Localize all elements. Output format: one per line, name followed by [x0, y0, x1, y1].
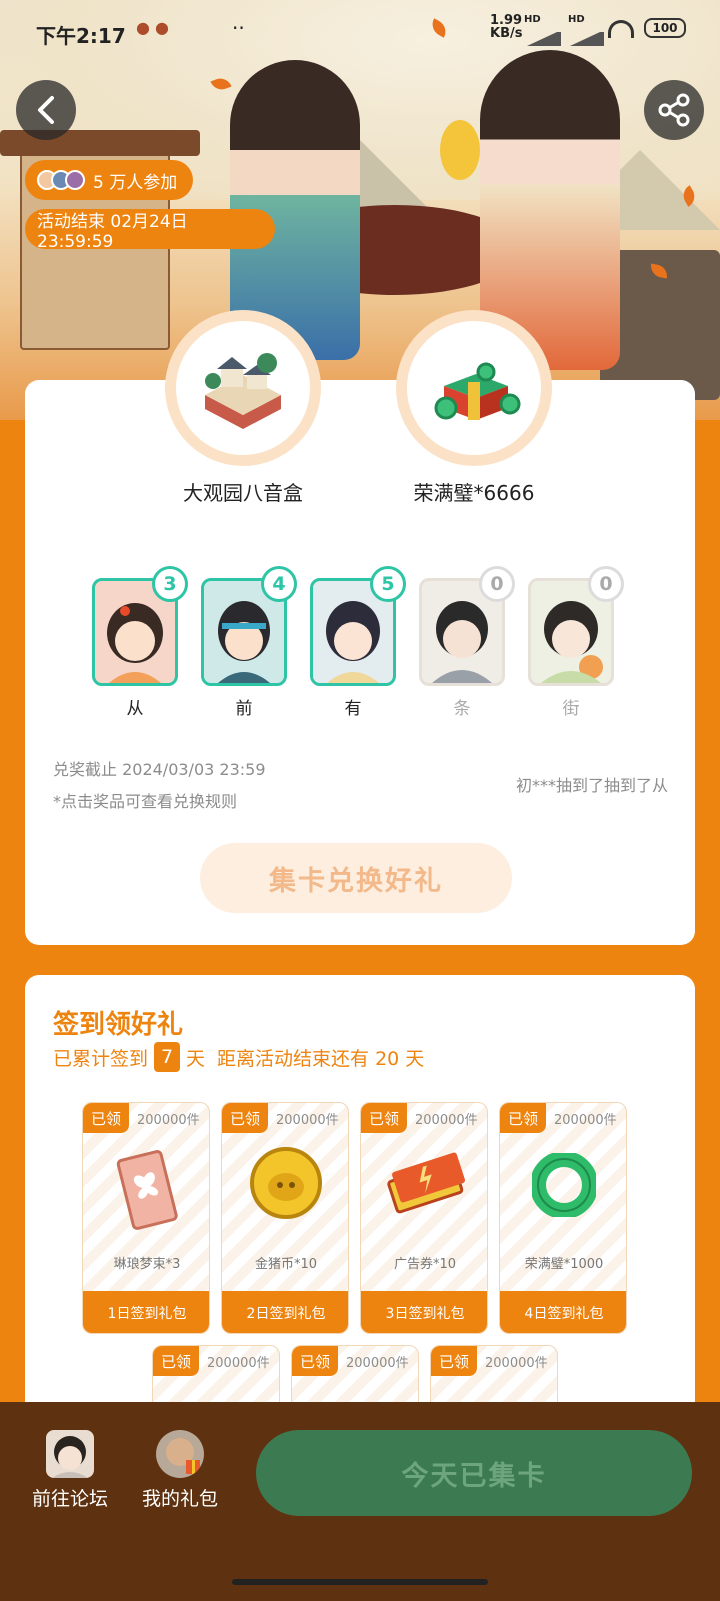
gift-name: 荣满璧*1000: [524, 1257, 604, 1272]
card-label: 前: [235, 699, 253, 719]
prize-name: 大观园八音盒: [183, 481, 303, 505]
signal-icon: [570, 28, 604, 46]
gift-name: 琳琅梦束*3: [113, 1257, 181, 1272]
gift-name: 广告券*10: [393, 1257, 457, 1272]
prize-jade-gift[interactable]: [396, 310, 552, 466]
gift-stock: 200000件: [485, 1356, 548, 1371]
user-avatar: [156, 1430, 204, 1478]
gift-box-jade-icon: [434, 362, 521, 420]
claimed-badge: 已领: [500, 1103, 546, 1133]
signin-days: 7: [154, 1042, 181, 1072]
gift-stock: 200000件: [276, 1113, 339, 1128]
back-button[interactable]: [16, 80, 76, 140]
my-gifts-button[interactable]: 我的礼包: [125, 1430, 235, 1511]
forum-button[interactable]: 前往论坛: [15, 1430, 125, 1511]
share-button[interactable]: [644, 80, 704, 140]
forum-label: 前往论坛: [31, 1488, 108, 1510]
wifi-icon: [608, 20, 634, 38]
char-card-qian[interactable]: 4 前: [201, 566, 297, 719]
participants-badge: 5 万人参加: [25, 160, 193, 200]
chevron-left-icon: [38, 96, 54, 124]
signin-suffix: 天: [186, 1047, 206, 1070]
gold-pig-coin-icon: [250, 1147, 322, 1219]
gift-footer: 4日签到礼包: [500, 1291, 626, 1333]
gift-stock: 200000件: [346, 1356, 409, 1371]
hd-label: HD: [568, 14, 585, 25]
prize-name: 荣满璧*6666: [413, 481, 535, 505]
exchange-gift-button[interactable]: 集卡兑换好礼: [200, 843, 512, 913]
app-notification-icon: ● ●: [136, 18, 170, 37]
signin-gift-day4[interactable]: 已领 200000件 荣满璧*1000 4日签到礼包: [499, 1102, 627, 1334]
battery-icon: 100: [644, 18, 686, 38]
rule-note[interactable]: *点击奖品可查看兑换规则: [53, 788, 237, 812]
hd-label: HD: [524, 14, 541, 25]
signin-gift-day3[interactable]: 已领 200000件 广告券*10 3日签到礼包: [360, 1102, 488, 1334]
claimed-badge: 已领: [431, 1346, 477, 1376]
char-card-tiao[interactable]: 0 条: [419, 566, 515, 719]
gift-stock: 200000件: [554, 1113, 617, 1128]
more-notifications-icon: ··: [232, 16, 245, 40]
signal-icon: [527, 28, 561, 46]
participant-avatars: [37, 170, 85, 190]
flower-vase-illustration: [440, 120, 480, 180]
card-label: 有: [344, 699, 362, 719]
network-speed: 1.99 KB/s: [490, 13, 523, 41]
ticket-butterfly-icon: [116, 1150, 178, 1230]
gift-stock: 200000件: [415, 1113, 478, 1128]
gift-footer: 3日签到礼包: [361, 1291, 487, 1333]
card-label: 街: [562, 699, 580, 719]
claimed-badge: 已领: [153, 1346, 199, 1376]
gift-footer: 2日签到礼包: [222, 1291, 348, 1333]
card-count-badge: 5: [370, 566, 406, 602]
ad-ticket-icon: [387, 1152, 466, 1214]
char-card-cong[interactable]: 3 从: [92, 566, 188, 719]
avatar: [65, 170, 85, 190]
share-icon: [658, 93, 690, 127]
status-bar: 下午2:17 ● ● ·· 1.99 KB/s HD HD 100: [0, 14, 720, 58]
claimed-badge: 已领: [292, 1346, 338, 1376]
signin-gift-day1[interactable]: 已领 200000件 琳琅梦束*3 1日签到礼包: [82, 1102, 210, 1334]
forum-avatar: [46, 1430, 94, 1478]
music-box-garden-icon: [205, 353, 281, 429]
card-count-badge: 3: [152, 566, 188, 602]
event-end-text: 活动结束 02月24日 23:59:59: [37, 211, 188, 252]
card-label: 条: [453, 699, 471, 719]
draw-ticker: 初***抽到了抽到了从: [515, 776, 668, 795]
card-count-badge: 4: [261, 566, 297, 602]
redeem-deadline: 兑奖截止 2024/03/03 23:59: [53, 760, 266, 779]
gift-name: 金猪币*10: [254, 1257, 318, 1272]
char-card-jie[interactable]: 0 街: [528, 566, 624, 719]
jade-ring-icon: [532, 1153, 596, 1217]
gift-stock: 200000件: [137, 1113, 200, 1128]
signin-title: 签到领好礼: [53, 1010, 184, 1040]
status-time: 下午2:17: [36, 24, 126, 48]
claimed-badge: 已领: [361, 1103, 407, 1133]
claimed-badge: 已领: [222, 1103, 268, 1133]
claimed-badge: 已领: [83, 1103, 129, 1133]
signin-prefix: 已累计签到: [53, 1047, 149, 1070]
char-card-you[interactable]: 5 有: [310, 566, 406, 719]
signin-progress: 已累计签到 7 天 距离活动结束还有 20 天: [53, 1042, 424, 1072]
prize-music-box[interactable]: [165, 310, 321, 466]
my-gifts-label: 我的礼包: [141, 1488, 218, 1510]
gift-stock: 200000件: [207, 1356, 270, 1371]
gift-footer: 1日签到礼包: [83, 1291, 209, 1333]
signin-gift-day2[interactable]: 已领 200000件 金猪币*10 2日签到礼包: [221, 1102, 349, 1334]
card-label: 从: [126, 699, 144, 719]
participants-text: 5 万人参加: [93, 172, 178, 193]
collect-card-button[interactable]: 今天已集卡: [256, 1430, 692, 1516]
signin-remaining: 距离活动结束还有 20 天: [217, 1047, 425, 1070]
card-count-badge: 0: [588, 566, 624, 602]
home-indicator: [232, 1579, 488, 1585]
event-end-badge: 活动结束 02月24日 23:59:59: [25, 209, 275, 252]
card-count-badge: 0: [479, 566, 515, 602]
